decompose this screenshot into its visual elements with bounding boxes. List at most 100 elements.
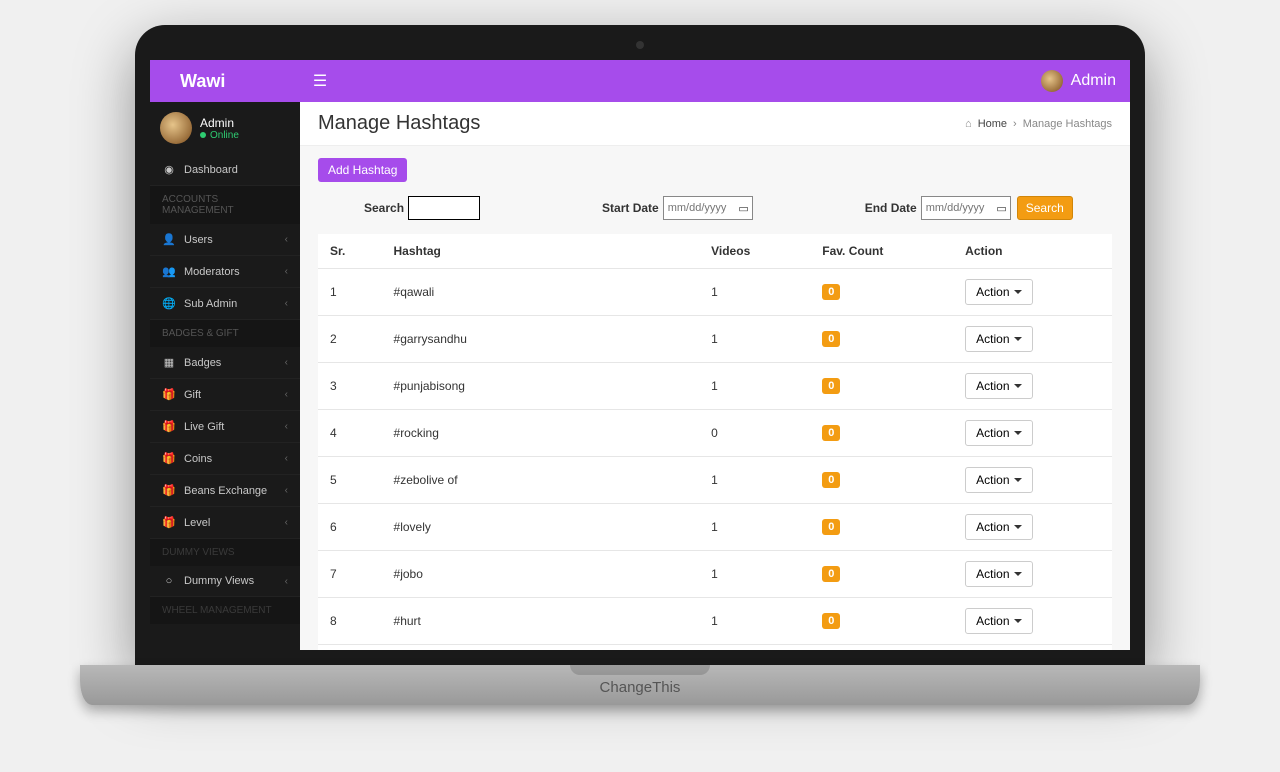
col-fav: Fav. Count: [810, 234, 953, 269]
cell-sr: 9: [318, 645, 382, 651]
chevron-left-icon: ‹: [285, 357, 288, 368]
row-action-button[interactable]: Action: [965, 420, 1032, 446]
cell-hashtag: #punjabisong: [382, 363, 700, 410]
add-hashtag-button[interactable]: Add Hashtag: [318, 158, 407, 182]
sidebar-section-badges: BADGES & GIFT: [150, 320, 300, 347]
cell-videos: 1: [699, 316, 810, 363]
cell-sr: 2: [318, 316, 382, 363]
search-input[interactable]: [408, 196, 480, 220]
hashtag-table: Sr. Hashtag Videos Fav. Count Action 1#q…: [318, 234, 1112, 650]
chevron-left-icon: ‹: [285, 517, 288, 528]
hamburger-icon[interactable]: ☰: [300, 71, 340, 91]
laptop-frame: Wawi ☰ Admin Admin Online: [135, 25, 1145, 665]
cell-hashtag: #lovely: [382, 504, 700, 551]
breadcrumb: ⌂ Home › Manage Hashtags: [965, 118, 1112, 130]
search-button[interactable]: Search: [1017, 196, 1073, 220]
cell-sr: 8: [318, 598, 382, 645]
chevron-left-icon: ‹: [285, 453, 288, 464]
cell-hashtag: #jobo: [382, 551, 700, 598]
sidebar-item-level[interactable]: 🎁 Level ‹: [150, 507, 300, 539]
sidebar-item-beans[interactable]: 🎁 Beans Exchange ‹: [150, 475, 300, 507]
chevron-left-icon: ‹: [285, 298, 288, 309]
badge-icon: ▦: [162, 356, 176, 369]
sidebar-section-dummy: Dummy Views: [150, 539, 300, 566]
cell-hashtag: #frindsforever #zeboliveho: [382, 645, 700, 651]
end-date-label: End Date: [865, 201, 917, 215]
search-label: Search: [364, 201, 404, 215]
sidebar-item-coins[interactable]: 🎁 Coins ‹: [150, 443, 300, 475]
caret-down-icon: [1014, 525, 1022, 529]
gift-icon: 🎁: [162, 388, 176, 401]
breadcrumb-home[interactable]: Home: [978, 118, 1007, 130]
start-date-input[interactable]: [663, 196, 753, 220]
sidebar-item-subadmin[interactable]: 🌐 Sub Admin ‹: [150, 288, 300, 320]
cell-sr: 3: [318, 363, 382, 410]
fav-badge: 0: [822, 284, 840, 300]
gift-icon: 🎁: [162, 484, 176, 497]
end-date-input[interactable]: [921, 196, 1011, 220]
header-user-label: Admin: [1071, 72, 1116, 90]
header-user-menu[interactable]: Admin: [1041, 70, 1130, 92]
sidebar-item-dashboard[interactable]: ◉ Dashboard: [150, 154, 300, 186]
col-videos: Videos: [699, 234, 810, 269]
fav-badge: 0: [822, 566, 840, 582]
sidebar-section-accounts: ACCOUNTS MANAGEMENT: [150, 186, 300, 224]
cell-videos: 1: [699, 551, 810, 598]
cell-videos: 1: [699, 645, 810, 651]
row-action-button[interactable]: Action: [965, 326, 1032, 352]
fav-badge: 0: [822, 425, 840, 441]
chevron-left-icon: ‹: [285, 421, 288, 432]
cell-hashtag: #zebolive of: [382, 457, 700, 504]
table-row: 7#jobo10 Action: [318, 551, 1112, 598]
caret-down-icon: [1014, 478, 1022, 482]
chevron-left-icon: ‹: [285, 485, 288, 496]
table-row: 2#garrysandhu10Action: [318, 316, 1112, 363]
cell-hashtag: #qawali: [382, 269, 700, 316]
sidebar-item-users[interactable]: 👤 Users ‹: [150, 224, 300, 256]
caret-down-icon: [1014, 572, 1022, 576]
laptop-base: ChangeThis: [80, 665, 1200, 705]
cell-sr: 5: [318, 457, 382, 504]
cell-videos: 1: [699, 269, 810, 316]
sidebar-item-dummyviews[interactable]: ○ Dummy Views ‹: [150, 566, 300, 597]
cell-fav: 0: [810, 363, 953, 410]
cell-sr: 6: [318, 504, 382, 551]
cell-videos: 1: [699, 504, 810, 551]
users-icon: 👥: [162, 265, 176, 278]
dashboard-icon: ◉: [162, 163, 176, 176]
sidebar-item-gift[interactable]: 🎁 Gift ‹: [150, 379, 300, 411]
col-hashtag: Hashtag: [382, 234, 700, 269]
table-row: 4#rocking00Action: [318, 410, 1112, 457]
caret-down-icon: [1014, 384, 1022, 388]
sidebar-item-badges[interactable]: ▦ Badges ‹: [150, 347, 300, 379]
table-row: 6#lovely10 Action: [318, 504, 1112, 551]
fav-badge: 0: [822, 378, 840, 394]
sidebar: Admin Online ◉ Dashboard ACCOUNTS MANAGE…: [150, 102, 300, 650]
cell-sr: 7: [318, 551, 382, 598]
row-action-button[interactable]: Action: [965, 561, 1032, 587]
cell-videos: 0: [699, 410, 810, 457]
fav-badge: 0: [822, 519, 840, 535]
row-action-button[interactable]: Action: [965, 514, 1032, 540]
cell-sr: 4: [318, 410, 382, 457]
circle-icon: ○: [162, 575, 176, 587]
row-action-button[interactable]: Action: [965, 373, 1032, 399]
gift-icon: 🎁: [162, 420, 176, 433]
screen: Wawi ☰ Admin Admin Online: [150, 60, 1130, 650]
chevron-left-icon: ‹: [285, 266, 288, 277]
brand-logo: Wawi: [150, 71, 300, 92]
home-icon: ⌂: [965, 118, 972, 130]
sidebar-user-name: Admin: [200, 116, 239, 130]
sidebar-section-wheel: WHEEL MANAGEMENT: [150, 597, 300, 624]
table-row: 3#punjabisong10Action: [318, 363, 1112, 410]
sidebar-item-moderators[interactable]: 👥 Moderators ‹: [150, 256, 300, 288]
avatar: [160, 112, 192, 144]
row-action-button[interactable]: Action: [965, 279, 1032, 305]
cell-fav: 0: [810, 457, 953, 504]
fav-badge: 0: [822, 613, 840, 629]
caret-down-icon: [1014, 290, 1022, 294]
row-action-button[interactable]: Action: [965, 467, 1032, 493]
caret-down-icon: [1014, 431, 1022, 435]
row-action-button[interactable]: Action: [965, 608, 1032, 634]
sidebar-item-livegift[interactable]: 🎁 Live Gift ‹: [150, 411, 300, 443]
